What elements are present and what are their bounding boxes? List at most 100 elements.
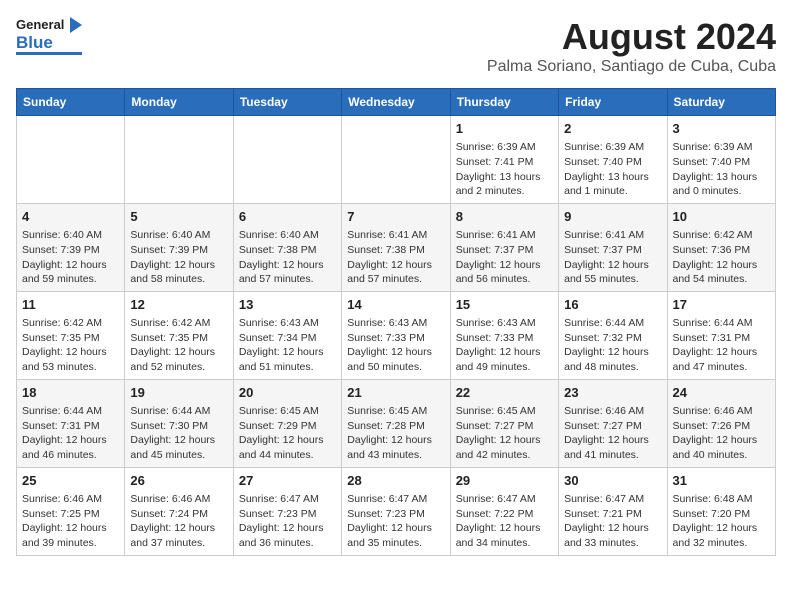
calendar-cell: 17Sunrise: 6:44 AM Sunset: 7:31 PM Dayli… [667,291,775,379]
calendar-cell: 2 Sunrise: 6:39 AM Sunset: 7:40 PM Daylig… [559,116,667,204]
day-info: Sunrise: 6:40 AM Sunset: 7:38 PM Dayligh… [239,228,336,287]
day-number: 19 [130,384,227,402]
calendar-cell: 4 Sunrise: 6:40 AM Sunset: 7:39 PM Daylig… [17,203,125,291]
logo: General Blue [16,16,82,55]
day-info: Sunrise: 6:42 AM Sunset: 7:35 PM Dayligh… [130,316,227,375]
day-number: 3 [673,120,770,138]
calendar-cell [233,116,341,204]
day-number: 15 [456,296,553,314]
day-number: 11 [22,296,119,314]
page-header: General Blue August 2024 Palma Soriano, … [16,16,776,76]
header-day-thursday: Thursday [450,89,558,116]
calendar-cell: 22Sunrise: 6:45 AM Sunset: 7:27 PM Dayli… [450,379,558,467]
day-info: Sunrise: 6:42 AM Sunset: 7:35 PM Dayligh… [22,316,119,375]
day-info: Sunrise: 6:46 AM Sunset: 7:25 PM Dayligh… [22,492,119,551]
day-number: 28 [347,472,444,490]
day-info: Sunrise: 6:46 AM Sunset: 7:24 PM Dayligh… [130,492,227,551]
day-number: 20 [239,384,336,402]
calendar-table: SundayMondayTuesdayWednesdayThursdayFrid… [16,88,776,556]
calendar-cell: 7 Sunrise: 6:41 AM Sunset: 7:38 PM Daylig… [342,203,450,291]
day-number: 18 [22,384,119,402]
calendar-cell: 29 Sunrise: 6:47 AM Sunset: 7:22 PM Dayli… [450,467,558,555]
day-number: 7 [347,208,444,226]
calendar-cell: 13 Sunrise: 6:43 AM Sunset: 7:34 PM Dayli… [233,291,341,379]
calendar-cell: 23Sunrise: 6:46 AM Sunset: 7:27 PM Dayli… [559,379,667,467]
calendar-cell: 14Sunrise: 6:43 AM Sunset: 7:33 PM Dayli… [342,291,450,379]
calendar-cell: 20Sunrise: 6:45 AM Sunset: 7:29 PM Dayli… [233,379,341,467]
day-number: 27 [239,472,336,490]
calendar-cell: 19 Sunrise: 6:44 AM Sunset: 7:30 PM Dayli… [125,379,233,467]
day-number: 9 [564,208,661,226]
day-number: 12 [130,296,227,314]
day-info: Sunrise: 6:39 AM Sunset: 7:41 PM Dayligh… [456,140,553,199]
day-info: Sunrise: 6:47 AM Sunset: 7:23 PM Dayligh… [347,492,444,551]
logo-blue-text: Blue [16,34,82,51]
calendar-cell: 27Sunrise: 6:47 AM Sunset: 7:23 PM Dayli… [233,467,341,555]
day-number: 22 [456,384,553,402]
calendar-cell: 16 Sunrise: 6:44 AM Sunset: 7:32 PM Dayli… [559,291,667,379]
day-info: Sunrise: 6:44 AM Sunset: 7:32 PM Dayligh… [564,316,661,375]
day-info: Sunrise: 6:42 AM Sunset: 7:36 PM Dayligh… [673,228,770,287]
calendar-week-row: 25 Sunrise: 6:46 AM Sunset: 7:25 PM Dayli… [17,467,776,555]
logo-general-text: General [16,17,64,32]
header-day-monday: Monday [125,89,233,116]
day-info: Sunrise: 6:48 AM Sunset: 7:20 PM Dayligh… [673,492,770,551]
calendar-cell: 3 Sunrise: 6:39 AM Sunset: 7:40 PM Daylig… [667,116,775,204]
day-info: Sunrise: 6:39 AM Sunset: 7:40 PM Dayligh… [564,140,661,199]
logo-underline [16,52,82,55]
day-number: 24 [673,384,770,402]
day-info: Sunrise: 6:39 AM Sunset: 7:40 PM Dayligh… [673,140,770,199]
day-number: 1 [456,120,553,138]
calendar-week-row: 11 Sunrise: 6:42 AM Sunset: 7:35 PM Dayli… [17,291,776,379]
calendar-cell: 11 Sunrise: 6:42 AM Sunset: 7:35 PM Dayli… [17,291,125,379]
day-number: 8 [456,208,553,226]
calendar-cell: 30 Sunrise: 6:47 AM Sunset: 7:21 PM Dayli… [559,467,667,555]
day-info: Sunrise: 6:41 AM Sunset: 7:37 PM Dayligh… [456,228,553,287]
day-info: Sunrise: 6:44 AM Sunset: 7:31 PM Dayligh… [22,404,119,463]
day-info: Sunrise: 6:41 AM Sunset: 7:37 PM Dayligh… [564,228,661,287]
day-info: Sunrise: 6:47 AM Sunset: 7:22 PM Dayligh… [456,492,553,551]
calendar-cell: 25 Sunrise: 6:46 AM Sunset: 7:25 PM Dayli… [17,467,125,555]
title-block: August 2024 Palma Soriano, Santiago de C… [487,16,776,76]
day-number: 6 [239,208,336,226]
calendar-cell: 28 Sunrise: 6:47 AM Sunset: 7:23 PM Dayli… [342,467,450,555]
calendar-cell [342,116,450,204]
calendar-cell: 5Sunrise: 6:40 AM Sunset: 7:39 PM Daylig… [125,203,233,291]
day-number: 25 [22,472,119,490]
day-number: 10 [673,208,770,226]
header-day-sunday: Sunday [17,89,125,116]
calendar-week-row: 4 Sunrise: 6:40 AM Sunset: 7:39 PM Daylig… [17,203,776,291]
day-number: 21 [347,384,444,402]
day-number: 5 [130,208,227,226]
calendar-cell: 18 Sunrise: 6:44 AM Sunset: 7:31 PM Dayli… [17,379,125,467]
day-info: Sunrise: 6:44 AM Sunset: 7:30 PM Dayligh… [130,404,227,463]
calendar-cell: 10 Sunrise: 6:42 AM Sunset: 7:36 PM Dayli… [667,203,775,291]
calendar-cell: 31Sunrise: 6:48 AM Sunset: 7:20 PM Dayli… [667,467,775,555]
day-info: Sunrise: 6:47 AM Sunset: 7:21 PM Dayligh… [564,492,661,551]
day-number: 29 [456,472,553,490]
calendar-week-row: 18 Sunrise: 6:44 AM Sunset: 7:31 PM Dayli… [17,379,776,467]
page-title: August 2024 [487,16,776,58]
day-number: 13 [239,296,336,314]
day-number: 4 [22,208,119,226]
day-number: 30 [564,472,661,490]
day-number: 16 [564,296,661,314]
calendar-cell: 21Sunrise: 6:45 AM Sunset: 7:28 PM Dayli… [342,379,450,467]
day-info: Sunrise: 6:43 AM Sunset: 7:34 PM Dayligh… [239,316,336,375]
page-subtitle: Palma Soriano, Santiago de Cuba, Cuba [487,58,776,76]
day-info: Sunrise: 6:43 AM Sunset: 7:33 PM Dayligh… [456,316,553,375]
header-day-saturday: Saturday [667,89,775,116]
logo-triangle-icon [70,17,82,33]
header-day-wednesday: Wednesday [342,89,450,116]
day-number: 14 [347,296,444,314]
calendar-cell: 24Sunrise: 6:46 AM Sunset: 7:26 PM Dayli… [667,379,775,467]
day-number: 2 [564,120,661,138]
day-info: Sunrise: 6:40 AM Sunset: 7:39 PM Dayligh… [22,228,119,287]
calendar-header-row: SundayMondayTuesdayWednesdayThursdayFrid… [17,89,776,116]
day-info: Sunrise: 6:46 AM Sunset: 7:27 PM Dayligh… [564,404,661,463]
day-info: Sunrise: 6:41 AM Sunset: 7:38 PM Dayligh… [347,228,444,287]
day-info: Sunrise: 6:44 AM Sunset: 7:31 PM Dayligh… [673,316,770,375]
calendar-cell: 1 Sunrise: 6:39 AM Sunset: 7:41 PM Daylig… [450,116,558,204]
calendar-week-row: 1 Sunrise: 6:39 AM Sunset: 7:41 PM Daylig… [17,116,776,204]
calendar-cell [17,116,125,204]
